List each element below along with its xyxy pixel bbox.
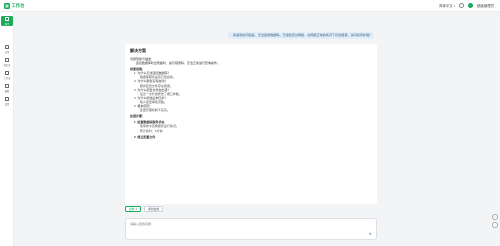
language-label: 简体中文 bbox=[439, 4, 453, 8]
regenerate-button[interactable]: 重新生成 bbox=[144, 206, 164, 212]
assistant-answer-card: 解决方案 问题现象与描述： · 连接数据库时出现超时，提示错误码，无法正常进行查询… bbox=[125, 44, 377, 204]
gear-icon bbox=[5, 97, 9, 101]
app-title: 工作台 bbox=[11, 2, 25, 8]
answer-title: 解决方案 bbox=[130, 48, 146, 53]
notification-icon[interactable] bbox=[459, 3, 465, 8]
sidebar-item-settings[interactable]: 设置 bbox=[1, 96, 13, 106]
chat-input[interactable] bbox=[130, 222, 366, 236]
send-icon[interactable]: ➤ bbox=[369, 231, 372, 236]
chat-icon bbox=[5, 17, 9, 21]
chevron-down-icon: ▾ bbox=[453, 3, 456, 8]
sidebar-item-data[interactable]: 数据 bbox=[1, 83, 13, 93]
app-logo[interactable]: ▦ 工作台 bbox=[4, 2, 25, 9]
answer-actions: 复制 ▾ 重新生成 bbox=[125, 206, 164, 212]
header-actions: 简体中文 ▾ 超级管理员 bbox=[439, 3, 494, 8]
language-selector[interactable]: 简体中文 ▾ bbox=[439, 3, 456, 9]
user-question-bubble: 我遇到的问题是：无法连接数据库。已经检查过网络，在网络正常的情况下仍然报错，请问… bbox=[228, 32, 374, 39]
avatar[interactable] bbox=[468, 3, 474, 8]
answer-line: 2. 修正配置文件 bbox=[134, 134, 156, 139]
database-icon bbox=[5, 84, 9, 88]
sidebar-item-label: 助手 bbox=[4, 23, 10, 26]
arrow-up-icon[interactable]: ↑ bbox=[492, 214, 498, 220]
arrow-down-icon[interactable]: ↓ bbox=[492, 222, 498, 228]
flow-icon bbox=[5, 71, 9, 75]
chat-input-box: ➤ bbox=[125, 218, 377, 240]
sidebar-item-label: 知识库 bbox=[3, 64, 11, 67]
grid-icon bbox=[5, 45, 9, 49]
chevron-down-icon: ▾ bbox=[135, 206, 138, 211]
user-name[interactable]: 超级管理员 bbox=[477, 3, 494, 8]
sidebar-item-label: 应用 bbox=[4, 51, 10, 54]
sidebar-item-label: 设置 bbox=[4, 103, 10, 106]
answer-line: · 连接数据库时出现超时，提示错误码，无法正常进行查询操作。 bbox=[134, 61, 220, 66]
copy-button[interactable]: 复制 ▾ bbox=[125, 206, 142, 212]
answer-line: · 变更管理机制不完善。 bbox=[138, 108, 170, 113]
sidebar-item-apps[interactable]: 应用 bbox=[1, 44, 13, 54]
copy-label: 复制 bbox=[129, 206, 135, 211]
sidebar-item-label: 数据 bbox=[4, 90, 10, 93]
answer-line: 处理步骤： bbox=[130, 114, 146, 119]
regenerate-label: 重新生成 bbox=[148, 206, 160, 211]
sidebar-item-knowledge[interactable]: 知识库 bbox=[1, 57, 13, 67]
sidebar-item-label: 工作流 bbox=[3, 77, 11, 80]
sidebar-item-assistant[interactable]: 助手 bbox=[1, 16, 13, 26]
logo-icon: ▦ bbox=[4, 2, 10, 9]
answer-line: · 预计耗时：5分钟 bbox=[138, 128, 163, 133]
book-icon bbox=[5, 58, 9, 62]
sidebar: 助手 应用 知识库 工作流 数据 设置 bbox=[0, 12, 14, 246]
top-bar: ▦ 工作台 简体中文 ▾ 超级管理员 bbox=[0, 0, 500, 12]
answer-content: 问题现象与描述： · 连接数据库时出现超时，提示错误码，无法正常进行查询操作。 排查… bbox=[130, 57, 372, 139]
sidebar-item-workflow[interactable]: 工作流 bbox=[1, 70, 13, 80]
